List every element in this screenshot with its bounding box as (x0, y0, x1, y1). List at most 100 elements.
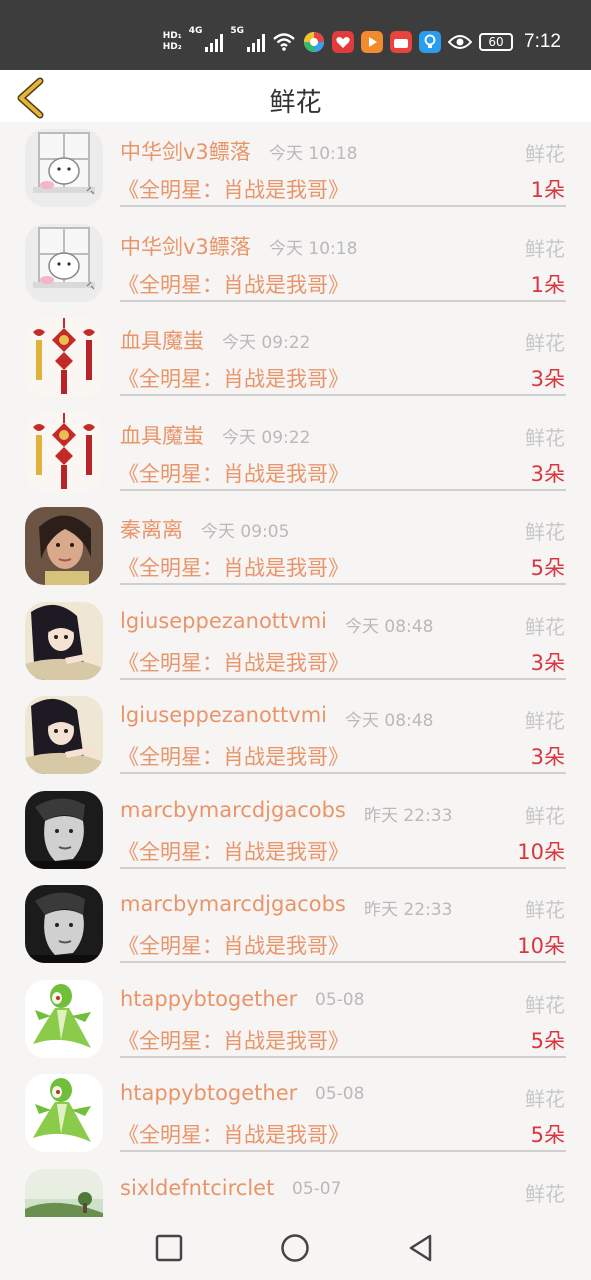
avatar[interactable] (25, 223, 103, 302)
username[interactable]: sixldefntcirclet (120, 1176, 274, 1200)
avatar[interactable] (25, 601, 103, 680)
avatar[interactable] (25, 1168, 103, 1217)
username[interactable]: 中华剑v3鳔落 (120, 231, 251, 261)
book-title[interactable]: 《全明星：肖战是我哥》 (118, 552, 349, 582)
flower-count: 3朵 (530, 461, 565, 486)
gift-type: 鲜花 (525, 709, 565, 733)
username[interactable]: htappybtogether (120, 1081, 297, 1105)
list-item[interactable]: 血具魔蚩 今天 09:22 鲜花 《全明星：肖战是我哥》 3朵 (0, 311, 591, 406)
username[interactable]: 血具魔蚩 (120, 420, 204, 450)
avatar[interactable] (25, 885, 103, 963)
home-button[interactable] (278, 1231, 312, 1265)
list-item[interactable]: 中华剑v3鳔落 今天 10:18 鲜花 《全明星：肖战是我哥》 1朵 (0, 122, 591, 217)
book-title[interactable]: 《全明星：肖战是我哥》 (118, 458, 349, 488)
gift-type: 鲜花 (525, 520, 565, 544)
avatar-image (25, 979, 103, 1058)
avatar-image (25, 696, 103, 774)
book-title[interactable]: 《全明星：肖战是我哥》 (118, 741, 349, 771)
clock: 7:12 (524, 31, 561, 52)
flower-count: 3朵 (530, 650, 565, 675)
book-title[interactable]: 《全明星：肖战是我哥》 (118, 836, 349, 866)
timestamp: 05-08 (315, 989, 365, 1010)
book-title[interactable]: 《全明星：肖战是我哥》 (118, 930, 349, 960)
app-mall-icon (390, 31, 413, 53)
avatar-image (25, 885, 103, 963)
battery-level: 60 (488, 35, 504, 49)
network-type-1: 4G (188, 26, 203, 36)
row-divider (120, 394, 566, 396)
avatar-image (25, 1168, 103, 1217)
avatar[interactable] (25, 1074, 103, 1152)
flower-count: 10朵 (517, 839, 565, 864)
avatar[interactable] (25, 412, 103, 491)
username[interactable]: 中华剑v3鳔落 (120, 136, 251, 166)
status-bar: HD₁ HD₂ 4G 5G 60 7:12 (0, 0, 591, 70)
timestamp: 05-08 (315, 1084, 365, 1104)
list-item[interactable]: marcbymarcdjgacobs 昨天 22:33 鲜花 《全明星：肖战是我哥》 1… (0, 784, 591, 879)
signal-2-icon (247, 32, 266, 52)
username[interactable]: 秦离离 (120, 514, 183, 544)
avatar[interactable] (25, 318, 103, 396)
book-title[interactable]: 《全明星：肖战是我哥》 (118, 1119, 349, 1149)
book-title[interactable]: 《全明星：肖战是我哥》 (118, 363, 349, 393)
flower-count: 10朵 (517, 934, 565, 958)
list-item[interactable]: 中华剑v3鳔落 今天 10:18 鲜花 《全明星：肖战是我哥》 1朵 (0, 217, 591, 312)
list-item[interactable]: marcbymarcdjgacobs 昨天 22:33 鲜花 《全明星：肖战是我哥》 1… (0, 878, 591, 973)
flower-count: 5朵 (530, 1028, 565, 1053)
timestamp: 今天 10:18 (269, 144, 358, 164)
avatar[interactable] (25, 507, 103, 585)
app-bulb-icon (419, 31, 442, 53)
flower-count: 1朵 (530, 272, 565, 297)
list-item[interactable]: 血具魔蚩 今天 09:22 鲜花 《全明星：肖战是我哥》 3朵 (0, 406, 591, 501)
gift-type: 鲜花 (525, 992, 565, 1017)
app-header: 鲜花 (0, 70, 591, 122)
list-item[interactable]: 秦离离 今天 09:05 鲜花 《全明星：肖战是我哥》 5朵 (0, 500, 591, 595)
list-item[interactable]: sixldefntcirclet 05-07 鲜花 (0, 1162, 591, 1217)
flower-record-list[interactable]: 中华剑v3鳔落 今天 10:18 鲜花 《全明星：肖战是我哥》 1朵 中华剑v3鳔落 今天… (0, 122, 591, 1217)
row-divider (120, 961, 566, 963)
username[interactable]: marcbymarcdjgacobs (120, 798, 346, 822)
avatar-image (25, 601, 103, 680)
timestamp: 今天 08:48 (345, 711, 434, 731)
network-type-2: 5G (230, 26, 245, 36)
row-divider (120, 299, 566, 302)
circle-icon (281, 1234, 309, 1262)
username[interactable]: 血具魔蚩 (120, 325, 204, 355)
timestamp: 今天 08:48 (345, 616, 434, 637)
book-title[interactable]: 《全明星：肖战是我哥》 (118, 174, 349, 204)
avatar[interactable] (25, 129, 103, 207)
list-item[interactable]: lgiuseppezanottvmi 今天 08:48 鲜花 《全明星：肖战是我哥》 3… (0, 689, 591, 784)
book-title[interactable]: 《全明星：肖战是我哥》 (118, 647, 349, 677)
wifi-icon (273, 33, 295, 51)
row-divider (120, 866, 566, 869)
avatar-image (25, 412, 103, 491)
signal-1-icon (205, 32, 224, 52)
avatar[interactable] (25, 696, 103, 774)
row-divider (120, 677, 566, 680)
avatar[interactable] (25, 979, 103, 1058)
avatar[interactable] (25, 790, 103, 869)
username[interactable]: lgiuseppezanottvmi (120, 609, 327, 633)
app-video-icon (361, 31, 384, 53)
flower-count: 5朵 (530, 556, 565, 580)
row-divider (120, 772, 566, 774)
recents-button[interactable] (152, 1231, 186, 1265)
eye-icon (448, 35, 473, 49)
book-title[interactable]: 《全明星：肖战是我哥》 (118, 269, 349, 299)
page-title: 鲜花 (269, 88, 322, 118)
gift-type: 鲜花 (525, 425, 565, 450)
list-item[interactable]: htappybtogether 05-08 鲜花《全明星：肖战是我哥》 5朵 (0, 973, 591, 1068)
gift-type: 鲜花 (525, 803, 565, 828)
username[interactable]: marcbymarcdjgacobs (120, 892, 346, 916)
list-item[interactable]: htappybtogether 05-08 鲜花 《全明星：肖战是我哥》 5朵 (0, 1067, 591, 1162)
square-icon (155, 1234, 183, 1262)
book-title[interactable]: 《全明星：肖战是我哥》 (118, 1025, 349, 1055)
back-nav-button[interactable] (404, 1231, 438, 1265)
username[interactable]: lgiuseppezanottvmi (120, 703, 327, 727)
username[interactable]: htappybtogether (120, 987, 297, 1011)
gift-type: 鲜花 (525, 236, 565, 261)
avatar-image (25, 507, 103, 585)
list-item[interactable]: lgiuseppezanottvmi 今天 08:48 鲜花 《全明星：肖战是我哥》 3… (0, 595, 591, 690)
gift-type: 鲜花 (525, 1087, 565, 1111)
row-divider (120, 1055, 566, 1058)
